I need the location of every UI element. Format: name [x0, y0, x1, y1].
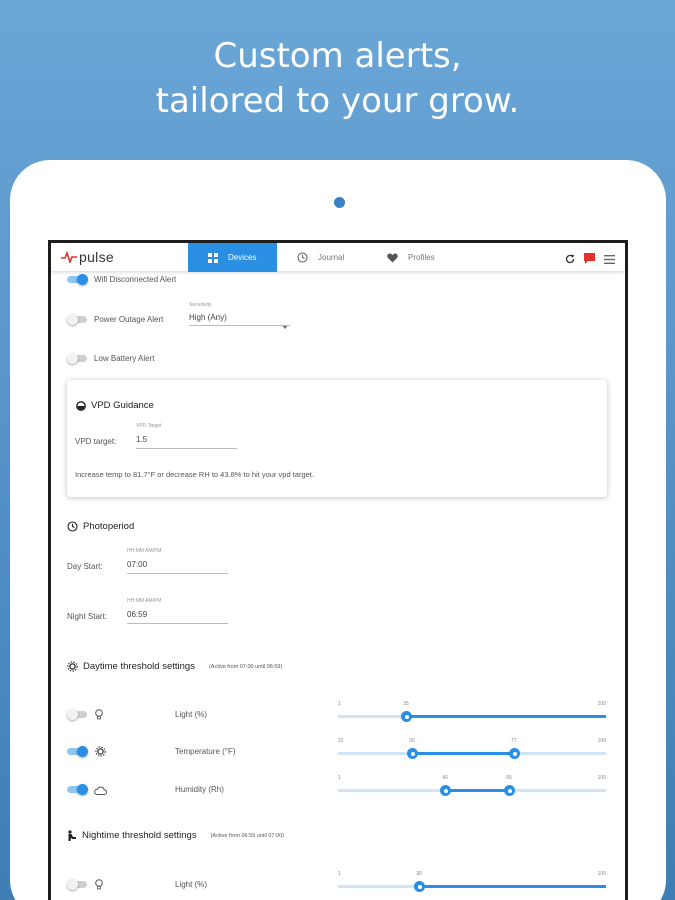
day-humidity-slider[interactable]: 1 40 65 100: [338, 775, 606, 798]
slider-thumb-low[interactable]: [407, 748, 418, 759]
slider-value-label: 77: [511, 738, 517, 744]
app-screen: pulse Devices Journal Profiles Wifi Disc…: [48, 240, 628, 900]
slider-max-label: 100: [597, 871, 606, 877]
night-light-toggle[interactable]: [67, 879, 87, 890]
vpd-title: VPD Guidance: [76, 400, 154, 411]
night-light-slider[interactable]: 1 30 100: [338, 871, 606, 894]
day-start-label: Day Start:: [67, 562, 103, 571]
headline-line-2: tailored to your grow.: [155, 81, 520, 121]
tab-journal-label: Journal: [318, 253, 345, 262]
sensitivity-select[interactable]: High (Any): [189, 311, 290, 329]
tab-devices-label: Devices: [228, 253, 257, 262]
slider-thumb[interactable]: [401, 711, 412, 722]
vpd-icon: [76, 400, 86, 411]
day-start-hint: HH:MM AM/PM: [127, 548, 162, 554]
slider-value-label: 65: [506, 775, 512, 781]
daytime-threshold-title-text: Daytime threshold settings: [83, 661, 195, 672]
slider-thumb-high[interactable]: [504, 785, 515, 796]
slider-min-label: 32: [338, 738, 344, 744]
sun-gear-icon: [95, 746, 106, 757]
app-header: pulse Devices Journal Profiles: [51, 243, 625, 272]
wifi-alert-label: Wifi Disconnected Alert: [94, 275, 177, 284]
sensitivity-value: High (Any): [189, 313, 227, 322]
nighttime-active-note: (Active from 06:59 until 07:00): [210, 832, 284, 839]
night-start-input[interactable]: 06:59: [127, 610, 147, 619]
lightbulb-icon: [95, 879, 103, 890]
vpd-target-input[interactable]: 1.5: [136, 435, 147, 444]
nighttime-threshold-title: Nightime threshold settings (Active from…: [67, 830, 284, 841]
slider-max-label: 100: [597, 701, 606, 707]
low-battery-label: Low Battery Alert: [94, 354, 155, 363]
power-outage-label: Power Outage Alert: [94, 315, 164, 324]
day-light-toggle[interactable]: [67, 709, 87, 720]
hamburger-menu-icon[interactable]: [604, 251, 615, 269]
day-light-label: Light (%): [175, 710, 208, 719]
vpd-target-label: VPD target:: [75, 437, 117, 446]
wifi-alert-toggle[interactable]: [67, 274, 88, 285]
header-tools: [565, 251, 615, 269]
headline-line-1: Custom alerts,: [213, 36, 462, 76]
slider-thumb-low[interactable]: [440, 785, 451, 796]
app-logo[interactable]: pulse: [61, 248, 114, 266]
night-light-label: Light (%): [175, 880, 208, 889]
person-plant-icon: [67, 830, 77, 841]
slider-min-label: 1: [338, 871, 341, 877]
lightbulb-icon: [95, 709, 103, 720]
slider-value-label: 50: [409, 738, 415, 744]
slider-min-label: 1: [338, 701, 341, 707]
vpd-guidance-card: VPD Guidance VPD target: VPD Target 1.5 …: [67, 380, 607, 497]
daytime-active-note: (Active from 07:00 until 06:59): [208, 663, 283, 670]
sun-gear-icon: [67, 661, 78, 672]
vpd-field-label: VPD Target: [136, 423, 162, 429]
clock-icon: [67, 521, 78, 532]
vpd-guidance-text: Increase temp to 81.7°F or decrease RH t…: [75, 470, 314, 479]
flag-alert-icon[interactable]: [584, 251, 595, 269]
device-settings: Wifi Disconnected Alert Power Outage Ale…: [51, 272, 625, 900]
tab-profiles-label: Profiles: [408, 253, 435, 262]
tab-devices[interactable]: Devices: [188, 243, 277, 272]
photoperiod-title-text: Photoperiod: [83, 521, 135, 532]
slider-thumb[interactable]: [414, 881, 425, 892]
day-temperature-slider[interactable]: 32 50 77 100: [338, 738, 606, 761]
pulse-logo-icon: [61, 251, 77, 263]
slider-max-label: 100: [597, 775, 606, 781]
slider-min-label: 1: [338, 775, 341, 781]
tablet-camera: [334, 197, 345, 208]
devices-grid-icon: [208, 252, 218, 263]
refresh-icon[interactable]: [565, 251, 575, 269]
daytime-threshold-title: Daytime threshold settings (Active from …: [67, 661, 282, 672]
low-battery-toggle[interactable]: [67, 353, 87, 364]
clock-icon: [297, 252, 308, 263]
night-start-hint: HH:MM AM/PM: [127, 598, 162, 604]
day-humidity-label: Humidity (Rh): [175, 785, 224, 794]
photoperiod-title: Photoperiod: [67, 521, 134, 532]
vpd-title-text: VPD Guidance: [91, 400, 154, 411]
day-humidity-toggle[interactable]: [67, 784, 88, 795]
slider-value-label: 35: [403, 701, 409, 707]
slider-max-label: 100: [597, 738, 606, 744]
cloud-icon: [94, 786, 107, 795]
day-temperature-toggle[interactable]: [67, 746, 88, 757]
slider-thumb-high[interactable]: [509, 748, 520, 759]
day-temperature-label: Temperature (°F): [175, 747, 236, 756]
sensitivity-label: Sensitivity: [189, 302, 212, 308]
power-outage-toggle[interactable]: [67, 314, 87, 325]
slider-value-label: 40: [442, 775, 448, 781]
headline: Custom alerts, tailored to your grow.: [0, 34, 675, 124]
slider-value-label: 30: [416, 871, 422, 877]
tab-journal[interactable]: Journal: [297, 243, 377, 272]
app-brand-name: pulse: [79, 249, 114, 265]
day-start-input[interactable]: 07:00: [127, 560, 147, 569]
day-light-slider[interactable]: 1 35 100: [338, 701, 606, 724]
heart-icon: [387, 253, 398, 263]
night-start-label: Night Start:: [67, 612, 108, 621]
nighttime-threshold-title-text: Nightime threshold settings: [82, 830, 197, 841]
tab-profiles[interactable]: Profiles: [387, 243, 477, 272]
